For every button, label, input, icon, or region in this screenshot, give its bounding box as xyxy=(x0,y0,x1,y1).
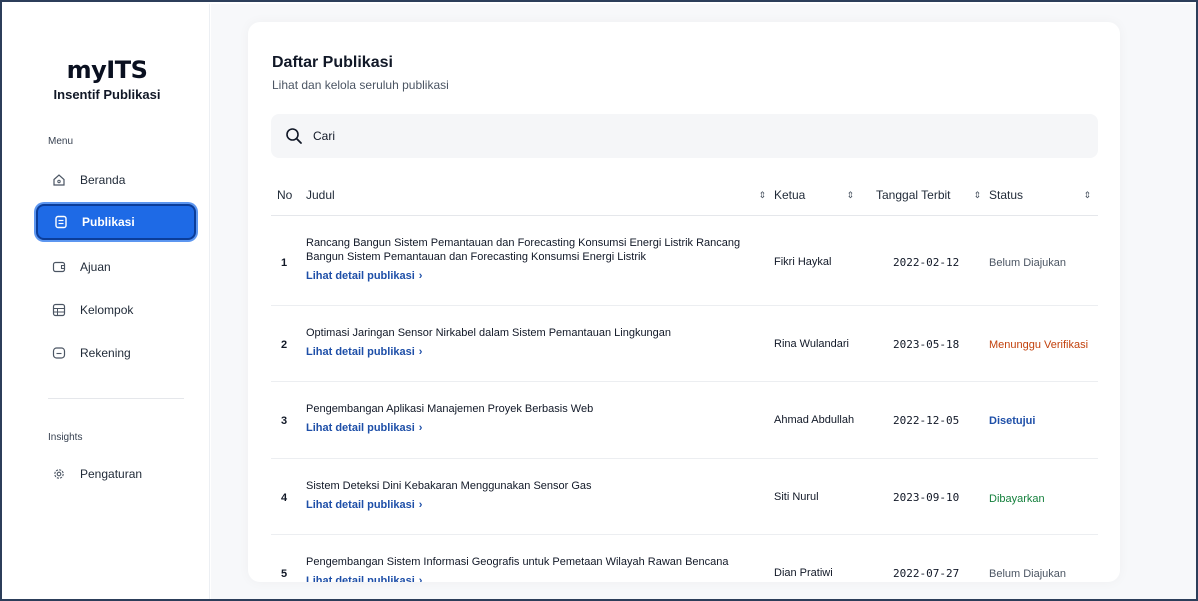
sort-icon[interactable]: ⇕ xyxy=(1083,190,1091,201)
ketua-cell: Siti Nurul xyxy=(774,491,819,503)
sidebar-item-label: Beranda xyxy=(80,173,126,187)
row-number: 5 xyxy=(281,568,288,580)
detail-link-label: Lihat detail publikasi xyxy=(306,499,415,511)
page-subtitle: Lihat dan kelola seruluh publikasi xyxy=(272,78,449,92)
table-header: No Judul ⇕ Ketua ⇕ Tanggal Terbit ⇕ Stat… xyxy=(271,176,1098,216)
document-icon xyxy=(54,215,68,229)
wallet-icon xyxy=(52,346,66,360)
gear-icon xyxy=(52,467,66,481)
detail-link-label: Lihat detail publikasi xyxy=(306,346,415,358)
app-subtitle: Insentif Publikasi xyxy=(53,87,161,102)
row-number: 2 xyxy=(281,339,288,351)
detail-link[interactable]: Lihat detail publikasi › xyxy=(306,574,422,582)
app-window: myITS Insentif Publikasi Menu Beranda Pu… xyxy=(0,0,1198,601)
table-icon xyxy=(52,303,66,317)
app-logo[interactable]: myITS xyxy=(4,56,210,84)
detail-link[interactable]: Lihat detail publikasi › xyxy=(306,421,422,435)
insights-section-label: Insights xyxy=(48,432,83,443)
menu-section-label: Menu xyxy=(48,136,74,147)
table-row: 2 Optimasi Jaringan Sensor Nirkabel dala… xyxy=(271,306,1098,382)
sidebar-item-label: Ajuan xyxy=(80,260,111,274)
chevron-right-icon: › xyxy=(418,422,423,434)
status-badge: Menunggu Verifikasi xyxy=(989,339,1089,351)
ketua-cell: Dian Pratiwi xyxy=(774,567,833,579)
sidebar-item-label: Rekening xyxy=(80,346,131,360)
publication-title-cell: Pengembangan Sistem Informasi Geografis … xyxy=(306,555,746,582)
table-row: 5 Pengembangan Sistem Informasi Geografi… xyxy=(271,535,1098,582)
detail-link-label: Lihat detail publikasi xyxy=(306,270,415,282)
status-badge: Dibayarkan xyxy=(989,493,1045,505)
publication-card: Daftar Publikasi Lihat dan kelola serulu… xyxy=(248,22,1120,582)
detail-link-label: Lihat detail publikasi xyxy=(306,422,415,434)
date-cell: 2022-02-12 xyxy=(893,256,960,269)
search-icon[interactable] xyxy=(285,127,303,145)
table-row: 3 Pengembangan Aplikasi Manajemen Proyek… xyxy=(271,382,1098,459)
sort-icon[interactable]: ⇕ xyxy=(758,190,766,201)
sidebar-item-label: Publikasi xyxy=(82,215,135,229)
detail-link[interactable]: Lihat detail publikasi › xyxy=(306,345,422,359)
search-bar[interactable] xyxy=(271,114,1098,158)
detail-link[interactable]: Lihat detail publikasi › xyxy=(306,498,422,512)
sidebar-item-ajuan[interactable]: Ajuan xyxy=(36,249,196,285)
publication-title: Rancang Bangun Sistem Pemantauan dan For… xyxy=(306,237,741,263)
table-row: 1 Rancang Bangun Sistem Pemantauan dan F… xyxy=(271,216,1098,306)
ketua-cell: Fikri Haykal xyxy=(774,256,832,268)
publication-title: Pengembangan Aplikasi Manajemen Proyek B… xyxy=(306,403,594,415)
search-input[interactable] xyxy=(313,129,1013,143)
column-tanggal-terbit[interactable]: Tanggal Terbit ⇕ xyxy=(876,188,981,202)
date-cell: 2022-12-05 xyxy=(893,414,960,427)
publication-title-cell: Rancang Bangun Sistem Pemantauan dan For… xyxy=(306,236,746,283)
chevron-right-icon: › xyxy=(418,575,423,582)
chevron-right-icon: › xyxy=(418,270,423,282)
column-label: Tanggal Terbit xyxy=(876,188,951,202)
row-number: 4 xyxy=(281,492,288,504)
status-badge: Belum Diajukan xyxy=(989,257,1067,269)
sidebar-item-rekening[interactable]: Rekening xyxy=(36,335,196,371)
status-badge: Disetujui xyxy=(989,415,1036,427)
home-icon xyxy=(52,173,66,187)
publication-title: Pengembangan Sistem Informasi Geografis … xyxy=(306,556,729,568)
publication-title: Optimasi Jaringan Sensor Nirkabel dalam … xyxy=(306,327,672,339)
chevron-right-icon: › xyxy=(418,346,423,358)
column-label: Ketua xyxy=(774,188,806,202)
column-status[interactable]: Status ⇕ xyxy=(989,188,1091,202)
page-title: Daftar Publikasi xyxy=(272,54,393,71)
sidebar-item-kelompok[interactable]: Kelompok xyxy=(36,292,196,328)
status-badge: Belum Diajukan xyxy=(989,568,1067,580)
column-judul[interactable]: Judul ⇕ xyxy=(306,188,766,202)
sidebar-item-label: Pengaturan xyxy=(80,467,143,481)
column-label: No xyxy=(277,188,293,202)
sidebar-item-label: Kelompok xyxy=(80,303,134,317)
sidebar-item-publikasi[interactable]: Publikasi xyxy=(36,204,196,240)
row-number: 3 xyxy=(281,415,288,427)
sidebar-item-pengaturan[interactable]: Pengaturan xyxy=(36,456,196,492)
date-cell: 2023-09-10 xyxy=(893,491,960,504)
sidebar: myITS Insentif Publikasi Menu Beranda Pu… xyxy=(4,4,210,599)
row-number: 1 xyxy=(281,257,288,269)
table-row: 4 Sistem Deteksi Dini Kebakaran Mengguna… xyxy=(271,459,1098,535)
sidebar-divider xyxy=(48,398,184,399)
ketua-cell: Ahmad Abdullah xyxy=(774,414,855,426)
publication-title: Sistem Deteksi Dini Kebakaran Menggunaka… xyxy=(306,480,592,492)
ticket-icon xyxy=(52,260,66,274)
ketua-cell: Rina Wulandari xyxy=(774,338,850,350)
date-cell: 2022-07-27 xyxy=(893,567,960,580)
publication-title-cell: Sistem Deteksi Dini Kebakaran Menggunaka… xyxy=(306,479,746,512)
column-no: No xyxy=(277,188,292,202)
sort-icon[interactable]: ⇕ xyxy=(846,190,854,201)
column-ketua[interactable]: Ketua ⇕ xyxy=(774,188,854,202)
sidebar-item-beranda[interactable]: Beranda xyxy=(36,162,196,198)
column-label: Judul xyxy=(306,188,335,202)
chevron-right-icon: › xyxy=(418,499,423,511)
detail-link-label: Lihat detail publikasi xyxy=(306,575,415,582)
date-cell: 2023-05-18 xyxy=(893,338,960,351)
publication-title-cell: Optimasi Jaringan Sensor Nirkabel dalam … xyxy=(306,326,746,359)
publication-title-cell: Pengembangan Aplikasi Manajemen Proyek B… xyxy=(306,402,746,435)
column-label: Status xyxy=(989,188,1024,202)
sort-icon[interactable]: ⇕ xyxy=(973,190,981,201)
detail-link[interactable]: Lihat detail publikasi › xyxy=(306,269,422,283)
